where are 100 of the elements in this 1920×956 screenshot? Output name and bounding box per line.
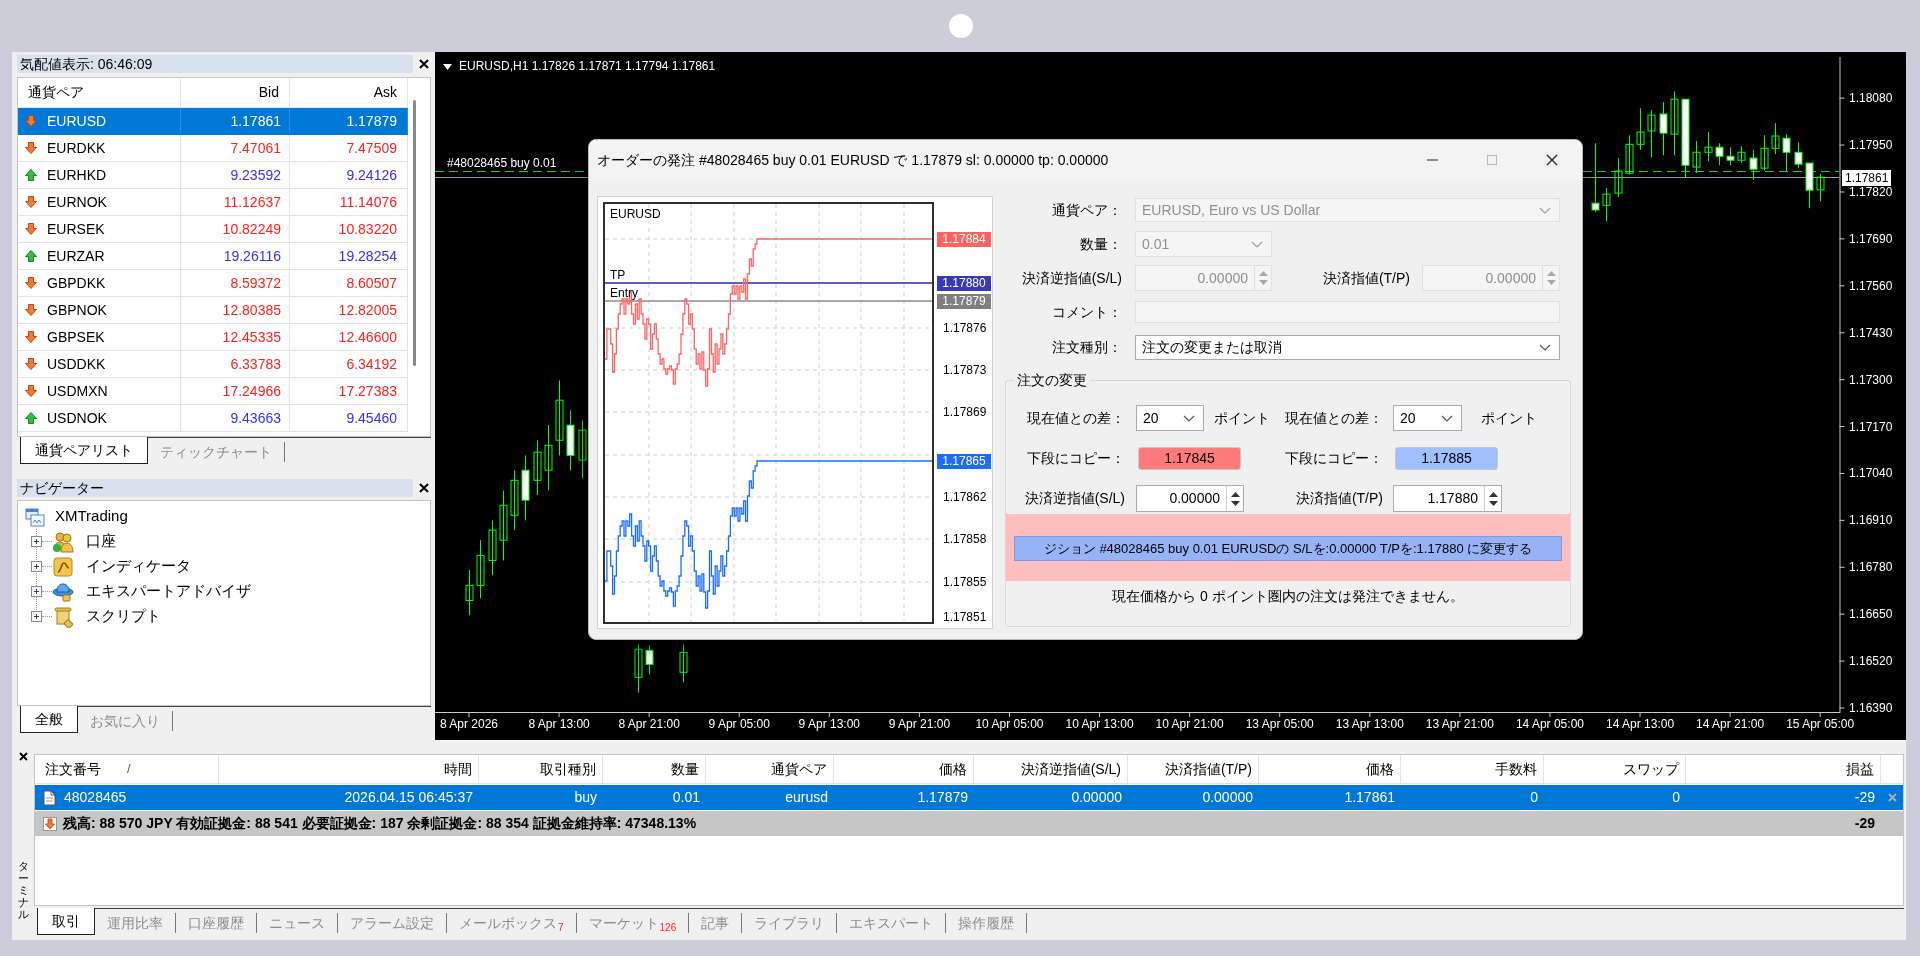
table-cell-text: eurusd [784, 788, 829, 807]
tab[interactable]: 通貨ペアリスト [20, 437, 148, 464]
price-label: 1.17950 [1849, 138, 1893, 153]
field-label: 下段にコピー： [1026, 449, 1125, 468]
time-label: 9 Apr 05:00 [708, 717, 770, 731]
close-icon[interactable] [419, 59, 429, 69]
quote-row[interactable]: EURUSD 1.17861 1.17879 [18, 108, 408, 135]
candle [1805, 162, 1814, 209]
column-header[interactable]: スワップ [1544, 755, 1686, 783]
quote-row[interactable]: EURSEK 10.82249 10.83220 [18, 216, 408, 243]
quote-row[interactable]: EURHKD 9.23592 9.24126 [18, 162, 408, 189]
quote-row[interactable]: EURDKK 7.47061 7.47509 [18, 135, 408, 162]
table-cell: 9.43663 [181, 405, 290, 431]
close-icon[interactable] [18, 752, 28, 761]
triangle-down-icon[interactable] [1230, 500, 1240, 506]
quote-row[interactable]: USDDKK 6.33783 6.34192 [18, 351, 408, 378]
maximize-icon [1487, 155, 1497, 165]
time-label: 14 Apr 05:00 [1515, 717, 1584, 731]
time-label: 14 Apr 13:00 [1606, 717, 1675, 731]
quote-row[interactable]: EURNOK 11.12637 11.14076 [18, 189, 408, 216]
dropdown[interactable]: 20 [1393, 405, 1462, 431]
dropdown[interactable]: 注文の変更または取消 [1135, 335, 1560, 360]
price-label: 1.17820 [1849, 184, 1893, 199]
column-header[interactable]: 手数料 [1401, 755, 1544, 783]
tree-item[interactable]: XMTrading [55, 505, 128, 528]
panel-title: 気配値表示: 06:46:09 [17, 55, 413, 73]
column-header[interactable]: 取引種別 [479, 755, 603, 783]
quote-row[interactable]: EURZAR 19.26116 19.28254 [18, 243, 408, 270]
copy-button[interactable]: 1.17885 [1395, 447, 1498, 470]
symbol-name: EURHKD [47, 165, 107, 185]
plus-box-icon[interactable] [31, 611, 42, 622]
caret-down-icon[interactable] [443, 64, 452, 70]
quote-row[interactable]: GBPNOK 12.80385 12.82005 [18, 297, 408, 324]
triangle-up-icon[interactable] [1230, 491, 1240, 497]
dropdown[interactable]: 20 [1136, 405, 1204, 431]
table-cell: 10.83220 [290, 216, 408, 242]
candle [1715, 142, 1724, 166]
table-cell: 11.14076 [290, 189, 408, 215]
quote-row[interactable]: USDMXN 17.24966 17.27383 [18, 378, 408, 405]
chevron-down-icon [1539, 206, 1551, 214]
column-header[interactable]: 損益 [1686, 755, 1881, 783]
quote-row[interactable]: GBPDKK 8.59372 8.60507 [18, 270, 408, 297]
column-header[interactable]: 通貨ペア [18, 78, 181, 107]
table-cell: 12.80385 [181, 297, 290, 323]
table-cell: 6.34192 [290, 351, 408, 377]
copy-button[interactable]: 1.17845 [1138, 447, 1241, 470]
tab[interactable]: 取引 [37, 908, 95, 935]
window-title: オーダーの発注 #48028465 buy 0.01 EURUSD で 1.17879 sl: 0.00000 tp: 0.00000 [597, 150, 1110, 170]
price-label: 1.17170 [1849, 419, 1893, 434]
panel-title: ターミナル [17, 859, 29, 920]
time-label: 10 Apr 05:00 [975, 717, 1044, 731]
quote-row[interactable]: USDNOK 9.43663 9.45460 [18, 405, 408, 432]
plus-box-icon[interactable] [31, 561, 42, 572]
minimize-icon [1426, 159, 1438, 161]
column-header[interactable]: 時間 [219, 755, 479, 783]
table-cell: 19.28254 [290, 243, 408, 269]
column-header[interactable]: 決済指値(T/P) [1128, 755, 1259, 783]
plus-box-icon[interactable] [31, 586, 42, 597]
modify-button[interactable]: ジション #48028465 buy 0.01 EURUSDの S/Lを:0.00000 T/Pを:1.17880 に変更する [1014, 536, 1562, 561]
symbol-name: EURDKK [47, 138, 106, 158]
column-header[interactable]: 価格 [834, 755, 974, 783]
column-header[interactable]: 価格 [1259, 755, 1401, 783]
candle [634, 644, 643, 693]
line-label: Entry [610, 286, 638, 300]
symbol-name: GBPSEK [47, 327, 105, 347]
column-header[interactable]: 決済逆指値(S/L) [974, 755, 1128, 783]
column-header[interactable]: Bid [181, 78, 290, 107]
price-label: 1.17560 [1849, 278, 1893, 293]
column-header[interactable]: 通貨ペア [706, 755, 834, 783]
symbol-name: USDNOK [47, 408, 107, 428]
candle [488, 519, 497, 576]
close-icon[interactable] [419, 483, 429, 493]
table-cell-text: 0.00000 [1070, 788, 1123, 807]
tree-item[interactable]: インディケータ [86, 555, 191, 578]
tree-item[interactable]: 口座 [86, 530, 116, 553]
scrollbar-thumb[interactable] [412, 100, 416, 366]
quote-row[interactable]: GBPSEK 12.45335 12.46600 [18, 324, 408, 351]
table-cell: 8.60507 [290, 270, 408, 296]
chart-symbol: EURUSD [610, 207, 661, 221]
column-header[interactable]: 数量 [603, 755, 706, 783]
triangle-down-icon[interactable] [1488, 500, 1498, 506]
time-label: 9 Apr 13:00 [798, 717, 860, 731]
column-header[interactable]: Ask [290, 78, 408, 107]
time-label: 14 Apr 21:00 [1696, 717, 1765, 731]
plus-box-icon[interactable] [31, 536, 42, 547]
candle [1602, 187, 1611, 222]
column-header[interactable]: 注文番号 [45, 758, 101, 780]
number-field[interactable]: 0.00000 [1136, 485, 1244, 512]
tree-item[interactable]: スクリプト [86, 605, 161, 628]
price-label: 1.17876 [943, 321, 987, 335]
windows-icon [25, 506, 45, 527]
symbol-name: EURZAR [47, 246, 105, 266]
tree-item[interactable]: エキスパートアドバイザ [86, 580, 251, 603]
order-row[interactable]: 48028465 2026.04.15 06:45:37 buy 0.01 eurusd 1.17879 0.00000 0.00000 1.17861 0 0 -29 [35, 785, 1903, 810]
table-cell: 9.24126 [290, 162, 408, 188]
tab[interactable]: 全般 [20, 706, 78, 733]
number-field[interactable]: 1.17880 [1393, 485, 1502, 512]
candle [1692, 140, 1701, 174]
table-cell: 12.45335 [181, 324, 290, 350]
triangle-up-icon[interactable] [1488, 491, 1498, 497]
